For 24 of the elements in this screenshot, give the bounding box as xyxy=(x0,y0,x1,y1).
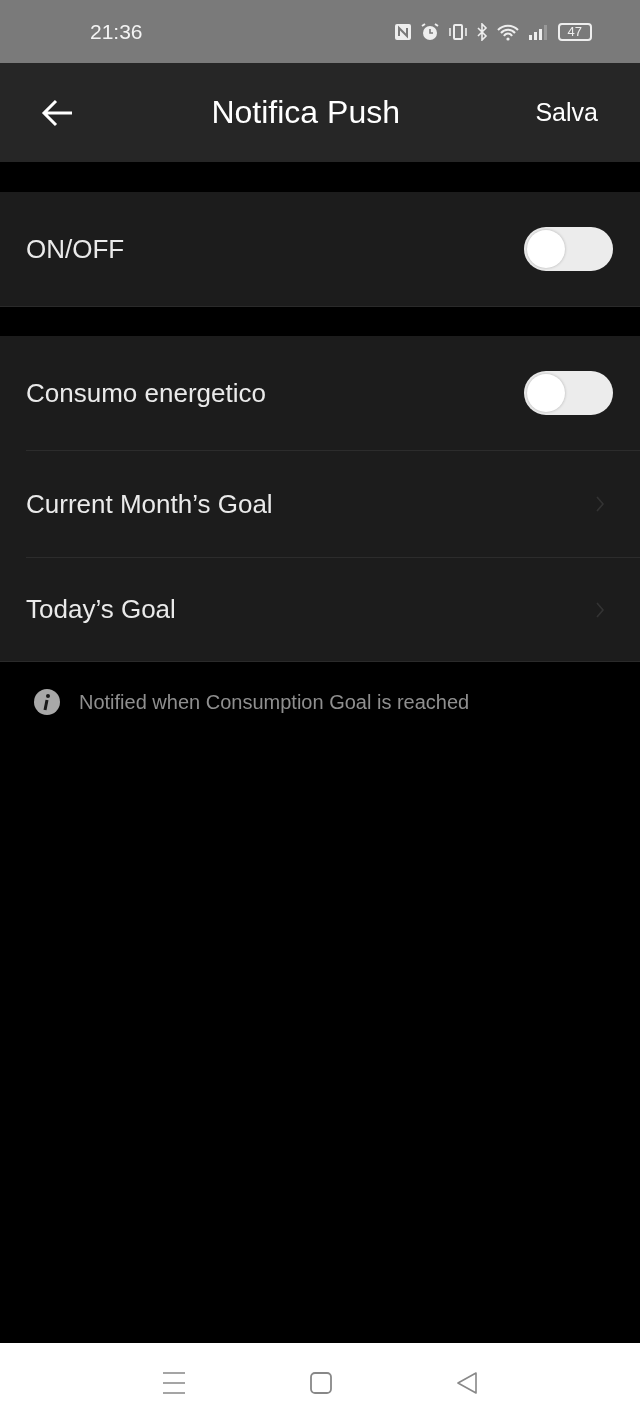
triangle-left-icon xyxy=(456,1371,478,1394)
vibrate-icon xyxy=(447,22,468,41)
menu-icon xyxy=(162,1371,186,1394)
wifi-icon xyxy=(495,22,520,41)
save-button[interactable]: Salva xyxy=(535,98,598,127)
info-note: Notified when Consumption Goal is reached xyxy=(79,690,470,714)
toggle-switch[interactable] xyxy=(524,227,613,271)
bluetooth-icon xyxy=(475,22,488,41)
status-time: 21:36 xyxy=(90,19,143,44)
square-icon xyxy=(310,1371,332,1394)
home-button[interactable] xyxy=(310,1371,332,1394)
setting-label: Consumo energetico xyxy=(26,377,266,409)
screen-title: Notifica Push xyxy=(211,94,400,131)
toggle-switch[interactable] xyxy=(524,371,613,415)
info-icon xyxy=(33,688,61,716)
alarm-icon xyxy=(419,21,440,42)
battery-level: 47 xyxy=(557,22,592,41)
setting-label: ON/OFF xyxy=(26,233,125,265)
back-nav-button[interactable] xyxy=(456,1371,478,1394)
nfc-icon xyxy=(393,22,412,41)
signal-icon xyxy=(527,22,550,41)
menu-button[interactable] xyxy=(162,1371,186,1394)
setting-label: Current Month’s Goal xyxy=(26,488,273,520)
setting-label: Today’s Goal xyxy=(26,594,176,625)
